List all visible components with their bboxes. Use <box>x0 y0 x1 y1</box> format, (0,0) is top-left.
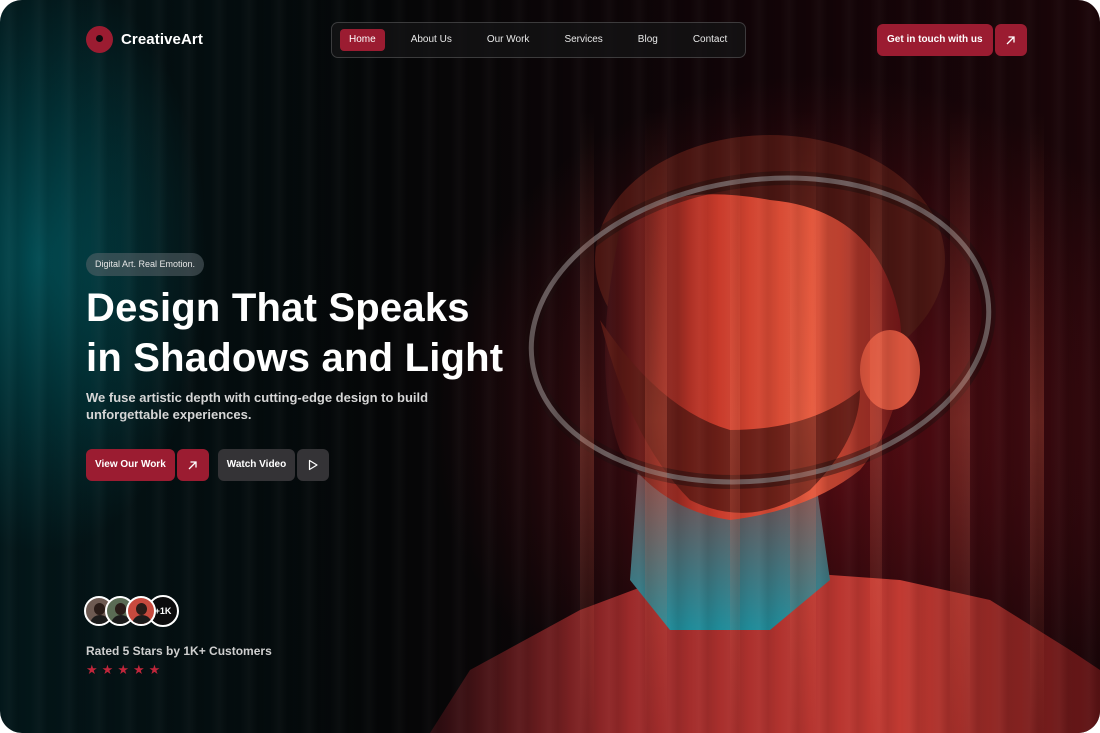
customer-avatars: +1K <box>84 595 179 627</box>
star-icon: ★ <box>86 662 98 677</box>
nav-item-contact[interactable]: Contact <box>684 29 736 51</box>
hero-title: Design That Speaks in Shadows and Light <box>86 283 503 383</box>
hero-subtitle: We fuse artistic depth with cutting-edge… <box>86 390 429 422</box>
hero-frame: CreativeArt Home About Us Our Work Servi… <box>0 0 1100 733</box>
tagline-badge: Digital Art. Real Emotion. <box>86 253 205 276</box>
play-icon[interactable] <box>297 449 330 481</box>
arrow-up-right-icon[interactable] <box>176 449 209 481</box>
watch-video-label[interactable]: Watch Video <box>217 449 296 481</box>
star-icon: ★ <box>148 662 161 677</box>
watch-video-button[interactable]: Watch Video <box>217 449 330 481</box>
star-icon: ★ <box>117 662 129 677</box>
logo[interactable]: CreativeArt <box>86 26 203 53</box>
hero-title-line-1: Design That Speaks <box>86 286 470 330</box>
logo-text: CreativeArt <box>121 31 203 48</box>
hero-actions: View Our Work Watch Video <box>86 449 330 481</box>
logo-icon <box>86 26 113 53</box>
nav-item-about-us[interactable]: About Us <box>402 29 461 51</box>
portrait-image <box>430 110 1100 733</box>
get-in-touch-button[interactable]: Get in touch with us <box>877 24 1027 56</box>
view-our-work-button[interactable]: View Our Work <box>86 449 209 481</box>
nav-item-blog[interactable]: Blog <box>629 29 667 51</box>
main-nav: Home About Us Our Work Services Blog Con… <box>331 22 746 58</box>
star-rating: ★ ★ ★ ★ ★ <box>86 663 160 676</box>
get-in-touch-label[interactable]: Get in touch with us <box>877 24 993 56</box>
star-icon: ★ <box>101 662 114 677</box>
nav-item-our-work[interactable]: Our Work <box>478 29 539 51</box>
view-our-work-label[interactable]: View Our Work <box>86 449 175 481</box>
nav-item-home[interactable]: Home <box>340 29 385 51</box>
rating-text: Rated 5 Stars by 1K+ Customers <box>86 644 272 658</box>
avatar <box>126 596 156 626</box>
hero-title-line-2: in Shadows and Light <box>86 336 504 380</box>
arrow-up-right-icon[interactable] <box>994 24 1027 56</box>
star-icon: ★ <box>132 662 145 677</box>
nav-item-services[interactable]: Services <box>555 29 611 51</box>
